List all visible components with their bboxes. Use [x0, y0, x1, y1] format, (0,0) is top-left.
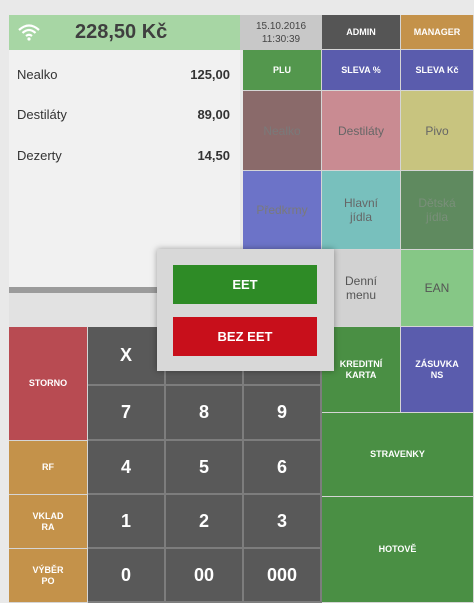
list-item[interactable]: Destiláty 89,00: [9, 97, 240, 129]
vyber-po-button[interactable]: VÝBĚR PO: [9, 549, 88, 603]
total-amount: 228,50 Kč: [75, 21, 168, 43]
category-pivo[interactable]: Pivo: [401, 91, 474, 171]
plu-button[interactable]: PLU: [243, 50, 322, 91]
key-x[interactable]: X: [88, 327, 166, 386]
key-8[interactable]: 8: [166, 386, 244, 441]
eet-dialog: EET BEZ EET: [157, 249, 334, 371]
key-4[interactable]: 4: [88, 441, 166, 495]
key-5[interactable]: 5: [166, 441, 244, 495]
manager-button[interactable]: MANAGER: [401, 15, 474, 50]
key-7[interactable]: 7: [88, 386, 166, 441]
item-price: 125,00: [190, 67, 230, 82]
list-item[interactable]: Dezerty 14,50: [9, 138, 240, 170]
key-000[interactable]: 000: [244, 549, 322, 603]
category-destilaty[interactable]: Destiláty: [322, 91, 401, 171]
item-name: Nealko: [17, 67, 58, 82]
vklad-ra-button[interactable]: VKLAD RA: [9, 495, 88, 549]
status-bar: 228,50 Kč: [9, 15, 240, 50]
hotove-button[interactable]: HOTOVĚ: [322, 497, 474, 603]
zasuvka-ns-button[interactable]: ZÁSUVKA NS: [401, 327, 474, 413]
sleva-percent-button[interactable]: SLEVA %: [322, 50, 401, 91]
datetime: 15.10.2016 11:30:39: [240, 15, 322, 50]
key-1[interactable]: 1: [88, 495, 166, 549]
bez-eet-button[interactable]: BEZ EET: [173, 317, 317, 356]
category-nealko[interactable]: Nealko: [243, 91, 322, 171]
key-6[interactable]: 6: [244, 441, 322, 495]
stravenky-button[interactable]: STRAVENKY: [322, 413, 474, 497]
item-name: Destiláty: [17, 107, 67, 122]
eet-button[interactable]: EET: [173, 265, 317, 304]
list-item[interactable]: Nealko 125,00: [9, 57, 240, 89]
category-ean[interactable]: EAN: [401, 250, 474, 327]
date: 15.10.2016: [255, 21, 307, 32]
item-name: Dezerty: [17, 148, 62, 163]
wifi-icon: [18, 24, 40, 41]
category-detska-jidla[interactable]: Dětská jídla: [401, 171, 474, 250]
item-price: 14,50: [197, 148, 230, 163]
rf-button[interactable]: RF: [9, 441, 88, 495]
key-0[interactable]: 0: [88, 549, 166, 603]
category-predkrmy[interactable]: Předkrmy: [243, 171, 322, 250]
category-hlavni-jidla[interactable]: Hlavní jídla: [322, 171, 401, 250]
key-3[interactable]: 3: [244, 495, 322, 549]
key-00[interactable]: 00: [166, 549, 244, 603]
admin-button[interactable]: ADMIN: [322, 15, 401, 50]
item-price: 89,00: [197, 107, 230, 122]
key-2[interactable]: 2: [166, 495, 244, 549]
storno-button[interactable]: STORNO: [9, 327, 88, 441]
time: 11:30:39: [261, 34, 301, 45]
sleva-kc-button[interactable]: SLEVA Kč: [401, 50, 474, 91]
key-9[interactable]: 9: [244, 386, 322, 441]
